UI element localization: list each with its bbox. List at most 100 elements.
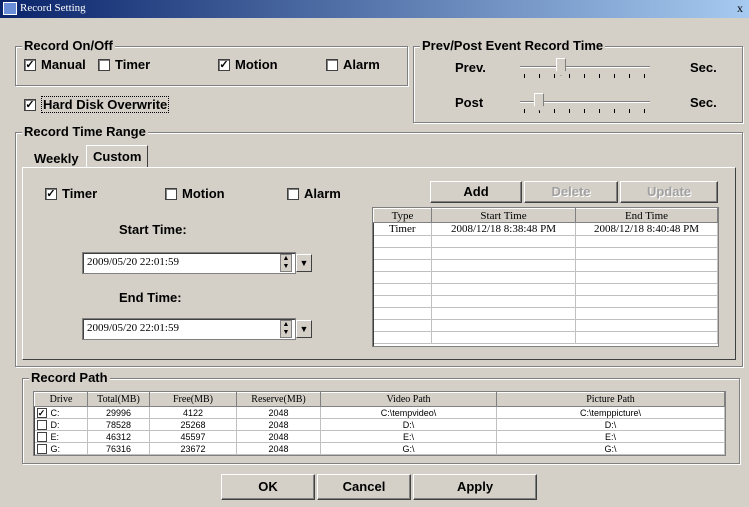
picture-path-cell[interactable]: D:\ [496, 418, 725, 431]
range-alarm-checkbox[interactable]: Alarm [287, 186, 341, 201]
range-alarm-check-box[interactable] [287, 187, 299, 200]
table-row-empty [373, 271, 718, 284]
hdo-label: Hard Disk Overwrite [41, 96, 170, 113]
manual-check-box[interactable]: ✓ [24, 58, 36, 71]
event-col-start[interactable]: Start Time [431, 208, 576, 223]
update-button[interactable]: Update [620, 181, 718, 203]
range-timer-check-box[interactable]: ✓ [45, 187, 57, 200]
prev-slider[interactable] [520, 58, 650, 78]
drive-cell: D: [50, 419, 60, 430]
timer-checkbox[interactable]: Timer [98, 57, 150, 72]
post-unit: Sec. [690, 95, 717, 110]
event-col-end[interactable]: End Time [575, 208, 718, 223]
picture-path-cell[interactable]: G:\ [496, 442, 725, 455]
record-path-title: Record Path [29, 370, 110, 385]
manual-checkbox[interactable]: ✓ Manual [24, 57, 86, 72]
path-col-picture[interactable]: Picture Path [496, 392, 725, 407]
total-cell: 78528 [87, 418, 150, 431]
drive-checkbox[interactable] [36, 432, 47, 442]
video-path-cell[interactable]: D:\ [320, 418, 497, 431]
path-col-drive[interactable]: Drive [34, 392, 88, 407]
path-col-video[interactable]: Video Path [320, 392, 497, 407]
ok-button[interactable]: OK [221, 474, 315, 500]
table-row[interactable]: Timer 2008/12/18 8:38:48 PM 2008/12/18 8… [373, 222, 718, 236]
range-motion-check-box[interactable] [165, 187, 177, 200]
hard-disk-overwrite-checkbox[interactable]: ✓ Hard Disk Overwrite [24, 96, 170, 113]
end-time-field[interactable]: 2009/05/20 22:01:59 [82, 318, 296, 340]
hdo-check-box[interactable]: ✓ [24, 98, 36, 111]
table-row-empty [373, 295, 718, 308]
picture-path-cell[interactable]: E:\ [496, 430, 725, 443]
close-icon[interactable]: x [733, 1, 747, 15]
reserve-cell: 2048 [236, 406, 321, 419]
motion-check-box[interactable]: ✓ [218, 58, 230, 71]
prevpost-title: Prev/Post Event Record Time [420, 38, 606, 53]
video-path-cell[interactable]: E:\ [320, 430, 497, 443]
table-row-empty [373, 259, 718, 272]
table-row[interactable]: G: 76316 23672 2048 G:\ G:\ [34, 442, 725, 455]
apply-button[interactable]: Apply [413, 474, 537, 500]
alarm-check-box[interactable] [326, 58, 338, 71]
reserve-cell: 2048 [236, 430, 321, 443]
path-col-reserve[interactable]: Reserve(MB) [236, 392, 321, 407]
post-slider[interactable] [520, 93, 650, 113]
video-path-cell[interactable]: C:\tempvideo\ [320, 406, 497, 419]
reserve-cell: 2048 [236, 418, 321, 431]
start-time-field[interactable]: 2009/05/20 22:01:59 [82, 252, 296, 274]
range-motion-checkbox[interactable]: Motion [165, 186, 225, 201]
tab-weekly[interactable]: Weekly [28, 148, 85, 169]
end-time-spinner[interactable]: ▲ ▼ [280, 320, 292, 338]
table-row-empty [373, 319, 718, 332]
range-alarm-label: Alarm [304, 186, 341, 201]
event-cell-start: 2008/12/18 8:38:48 PM [431, 222, 576, 236]
window-title: Record Setting [20, 2, 86, 14]
event-col-type[interactable]: Type [373, 208, 432, 223]
table-row[interactable]: ✓ C: 29996 4122 2048 C:\tempvideo\ C:\tem… [34, 406, 725, 419]
reserve-cell: 2048 [236, 442, 321, 455]
event-cell-end: 2008/12/18 8:40:48 PM [575, 222, 718, 236]
event-cell-type: Timer [373, 222, 432, 236]
cancel-button[interactable]: Cancel [317, 474, 411, 500]
drive-checkbox[interactable]: ✓ [36, 408, 47, 418]
manual-label: Manual [41, 57, 86, 72]
table-row-empty [373, 307, 718, 320]
record-onoff-title: Record On/Off [22, 38, 115, 53]
path-col-free[interactable]: Free(MB) [149, 392, 237, 407]
add-button[interactable]: Add [430, 181, 522, 203]
motion-checkbox[interactable]: ✓ Motion [218, 57, 278, 72]
table-row[interactable]: E: 46312 45597 2048 E:\ E:\ [34, 430, 725, 443]
time-range-title: Record Time Range [22, 124, 148, 139]
record-path-table[interactable]: Drive Total(MB) Free(MB) Reserve(MB) Vid… [33, 391, 726, 456]
total-cell: 76316 [87, 442, 150, 455]
motion-label: Motion [235, 57, 278, 72]
drive-checkbox[interactable] [36, 444, 47, 454]
end-time-dropdown[interactable]: ▼ [296, 320, 312, 338]
start-time-dropdown[interactable]: ▼ [296, 254, 312, 272]
tab-custom[interactable]: Custom [86, 145, 149, 167]
start-time-spinner[interactable]: ▲ ▼ [280, 254, 292, 272]
table-row-empty [373, 283, 718, 296]
timer-check-box[interactable] [98, 58, 110, 71]
range-timer-checkbox[interactable]: ✓ Timer [45, 186, 97, 201]
alarm-checkbox[interactable]: Alarm [326, 57, 380, 72]
delete-button[interactable]: Delete [524, 181, 618, 203]
drive-checkbox[interactable] [36, 420, 47, 430]
end-time-label: End Time: [119, 290, 182, 305]
post-label: Post [455, 95, 484, 110]
free-cell: 4122 [149, 406, 237, 419]
alarm-label: Alarm [343, 57, 380, 72]
free-cell: 23672 [149, 442, 237, 455]
table-row[interactable]: D: 78528 25268 2048 D:\ D:\ [34, 418, 725, 431]
path-col-total[interactable]: Total(MB) [87, 392, 150, 407]
total-cell: 46312 [87, 430, 150, 443]
table-row-empty [373, 247, 718, 260]
range-motion-label: Motion [182, 186, 225, 201]
free-cell: 25268 [149, 418, 237, 431]
picture-path-cell[interactable]: C:\temppicture\ [496, 406, 725, 419]
prev-unit: Sec. [690, 60, 717, 75]
drive-cell: G: [50, 443, 61, 454]
timer-label: Timer [115, 57, 151, 72]
table-row-empty [373, 235, 718, 248]
video-path-cell[interactable]: G:\ [320, 442, 497, 455]
event-table[interactable]: Type Start Time End Time Timer 2008/12/1… [372, 207, 719, 347]
